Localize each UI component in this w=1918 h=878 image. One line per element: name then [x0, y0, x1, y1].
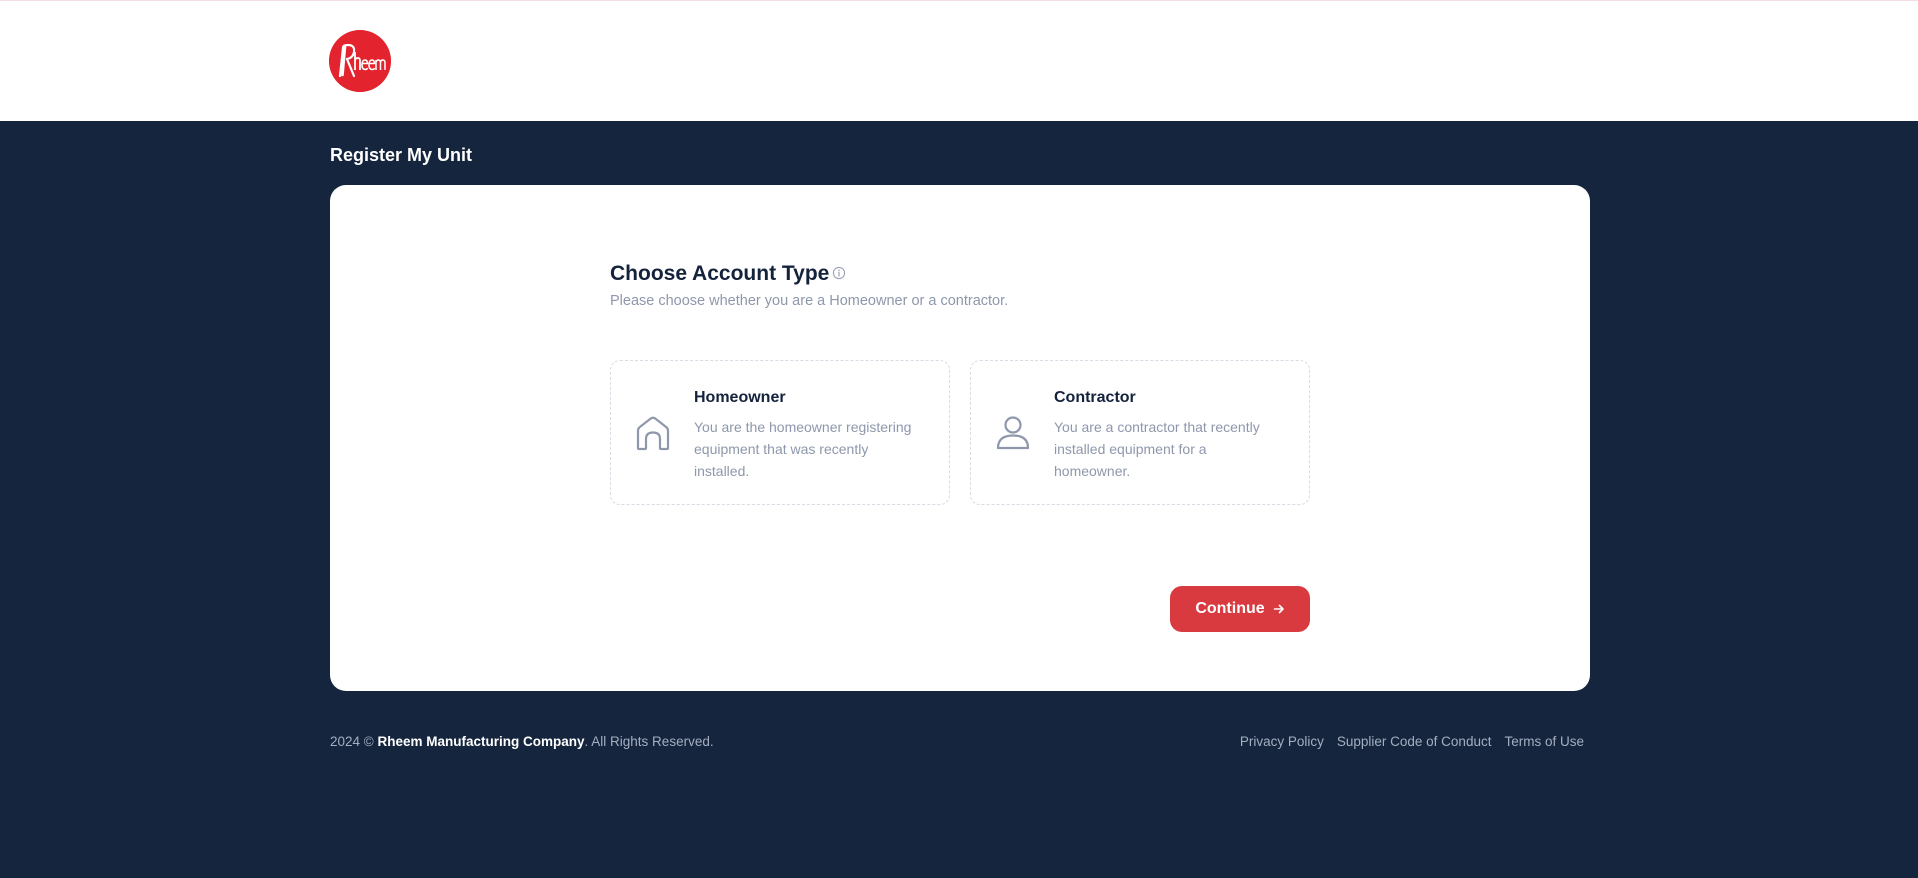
- info-icon[interactable]: [832, 266, 846, 280]
- account-type-title: Choose Account Type: [610, 260, 846, 288]
- rheem-logo-mark: [329, 30, 391, 92]
- house-icon: [636, 416, 670, 451]
- copyright: 2024 © Rheem Manufacturing Company. All …: [330, 732, 714, 752]
- account-type-subtitle: Please choose whether you are a Homeowne…: [610, 293, 1009, 309]
- supplier-code-link[interactable]: Supplier Code of Conduct: [1337, 732, 1492, 752]
- account-type-title-text: Choose Account Type: [610, 262, 830, 285]
- arrow-right-icon: [1273, 604, 1284, 614]
- contractor-title: Contractor: [1054, 389, 1136, 406]
- terms-of-use-link[interactable]: Terms of Use: [1504, 732, 1584, 752]
- contractor-description: You are a contractor that recently insta…: [1054, 419, 1260, 479]
- contractor-option[interactable]: Contractor You are a contractor that rec…: [970, 360, 1310, 505]
- company-name: Rheem Manufacturing Company: [377, 734, 585, 749]
- homeowner-option[interactable]: Homeowner You are the homeowner register…: [610, 360, 950, 505]
- continue-button-label: Continue: [1195, 600, 1265, 617]
- rights-reserved: . All Rights Reserved.: [584, 734, 714, 749]
- page-title: Register My Unit: [330, 145, 473, 165]
- copyright-year: 2024 ©: [330, 734, 374, 749]
- footer-links: Privacy Policy Supplier Code of Conduct …: [1240, 732, 1584, 752]
- rheem-logo[interactable]: [329, 30, 391, 92]
- user-icon: [996, 416, 1030, 450]
- registration-card: Choose Account Type Please choose whethe…: [330, 185, 1590, 691]
- continue-button[interactable]: Continue: [1170, 586, 1310, 632]
- homeowner-description: You are the homeowner registering equipm…: [694, 419, 912, 479]
- site-header: [0, 0, 1918, 121]
- homeowner-title: Homeowner: [694, 389, 786, 406]
- privacy-policy-link[interactable]: Privacy Policy: [1240, 732, 1324, 752]
